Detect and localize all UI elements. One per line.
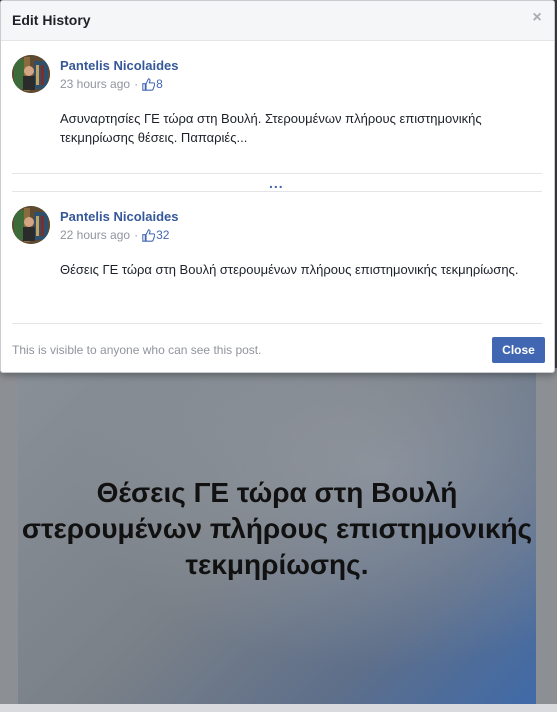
background-left-edge: [0, 368, 18, 712]
divider: [12, 323, 542, 324]
thumbs-up-icon: [142, 228, 156, 242]
background-bottom-bar: [0, 704, 557, 712]
avatar[interactable]: [12, 55, 50, 93]
like-count[interactable]: 32: [142, 228, 169, 242]
close-button[interactable]: Close: [492, 337, 545, 363]
entry-meta: 23 hours ago · 8: [60, 77, 163, 91]
visibility-note: This is visible to anyone who can see th…: [12, 343, 262, 357]
avatar[interactable]: [12, 206, 50, 244]
like-count-value: 8: [156, 77, 163, 91]
author-name[interactable]: Pantelis Nicolaides: [60, 58, 179, 73]
entry-text: Ασυναρτησίες ΓΕ τώρα στη Βουλή. Στερουμέ…: [60, 111, 482, 145]
background-right-edge: [536, 368, 557, 712]
entry-meta: 22 hours ago · 32: [60, 228, 169, 242]
like-count[interactable]: 8: [142, 77, 163, 91]
more-options-icon[interactable]: ...: [269, 175, 284, 191]
edit-history-dialog: Edit History × Pantelis Nicolaides 23 ho…: [0, 0, 555, 373]
thumbs-up-icon: [142, 77, 156, 91]
meta-separator: ·: [134, 228, 139, 242]
author-name[interactable]: Pantelis Nicolaides: [60, 209, 179, 224]
divider: [12, 191, 542, 192]
entry-text: Θέσεις ΓΕ τώρα στη Βουλή στερουμένων πλή…: [60, 262, 519, 277]
dialog-title: Edit History: [12, 12, 91, 28]
timestamp[interactable]: 23 hours ago: [60, 77, 130, 91]
divider: [12, 173, 542, 174]
timestamp[interactable]: 22 hours ago: [60, 228, 130, 242]
background-post-text: Θέσεις ΓΕ τώρα στη Βουλή στερουμένων πλή…: [21, 477, 533, 580]
dialog-header: Edit History ×: [1, 1, 554, 41]
meta-separator: ·: [134, 77, 139, 91]
close-icon[interactable]: ×: [530, 10, 544, 26]
like-count-value: 32: [156, 228, 170, 242]
